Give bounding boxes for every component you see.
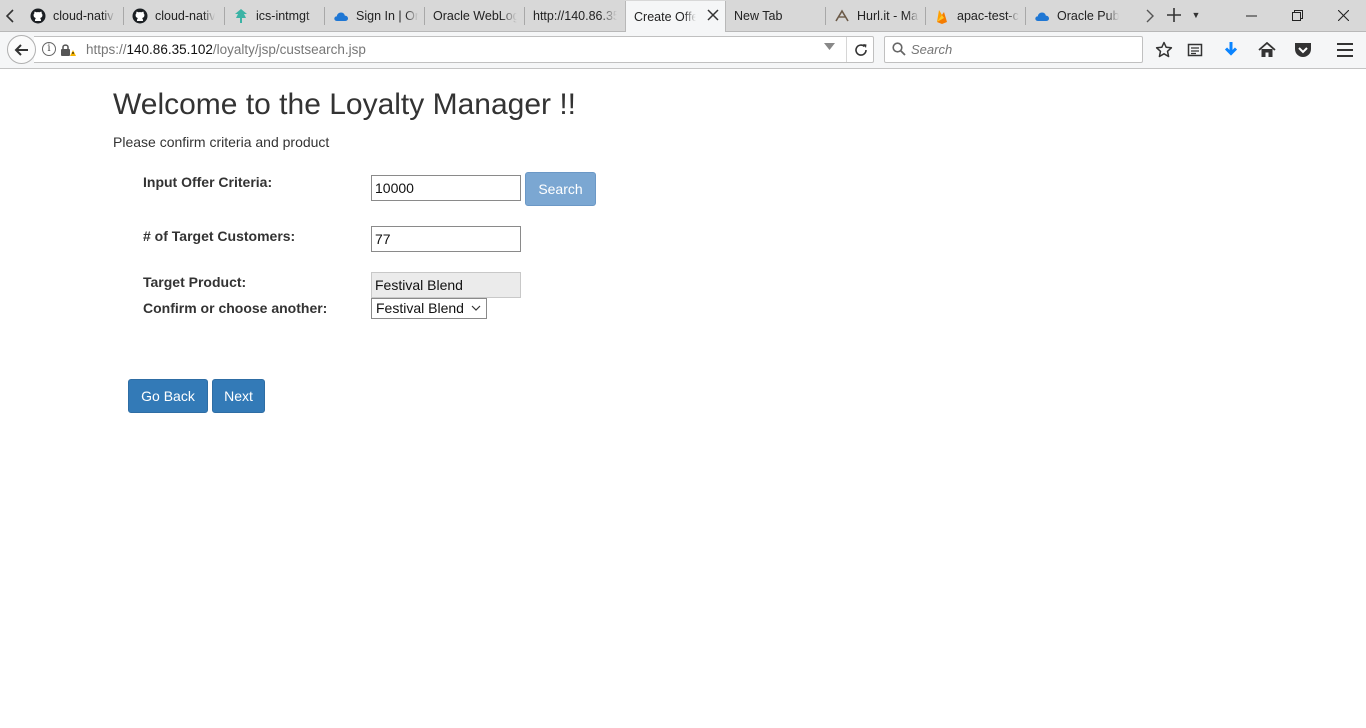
tab-sign-in[interactable]: Sign In | Or [325,0,425,31]
page-content: Welcome to the Loyalty Manager !! Please… [0,70,1366,728]
search-input[interactable] [911,40,1131,59]
page-title: Welcome to the Loyalty Manager !! [113,88,577,121]
go-back-button[interactable]: Go Back [128,379,208,413]
offer-criteria-label: Input Offer Criteria: [143,174,273,190]
back-button[interactable] [7,35,36,64]
target-customers-input[interactable] [371,226,521,252]
search-bar[interactable] [884,36,1143,63]
bookmark-star-icon[interactable] [1153,39,1175,61]
close-window-icon[interactable] [1320,0,1366,31]
navigation-toolbar: i https://140.86.35.102/loyalty/jsp/cust… [0,32,1366,69]
product-select[interactable]: Festival Blend [371,298,487,319]
tab-label: cloud-nativ [155,8,215,23]
tab-hurl-it[interactable]: Hurl.it - Ma [826,0,926,31]
tab-strip: cloud-nativ cloud-nativ ics-intmgt Sign … [0,0,1366,33]
next-button[interactable]: Next [212,379,265,413]
new-tab-icon[interactable] [1162,3,1186,27]
search-button[interactable]: Search [525,172,596,206]
menu-hamburger-icon[interactable] [1334,39,1356,61]
tab-scroll-left-icon[interactable] [0,0,20,31]
tab-list-dropdown-icon[interactable]: ▼ [1188,6,1204,24]
close-tab-icon[interactable] [707,8,719,26]
target-customers-label: # of Target Customers: [143,228,296,244]
tree-icon [233,8,249,24]
target-product-field [371,272,521,298]
tab-new-tab[interactable]: New Tab [726,0,826,31]
tab-apac-test[interactable]: apac-test-c [926,0,1026,31]
home-icon[interactable] [1256,39,1278,61]
pocket-icon[interactable] [1292,39,1314,61]
page-subtitle: Please confirm criteria and product [113,134,330,150]
tab-label: Create Offe [634,10,696,24]
github-icon [132,8,148,24]
restore-icon[interactable] [1274,0,1320,31]
tab-cloud-native-1[interactable]: cloud-nativ [22,0,124,31]
offer-criteria-input[interactable] [371,175,521,201]
tab-label: Hurl.it - Ma [857,8,919,23]
back-arrow-icon [14,43,28,56]
tab-create-offer[interactable]: Create Offe [625,1,726,33]
url-history-dropdown-icon[interactable] [824,43,836,55]
info-icon[interactable]: i [42,42,56,56]
insecure-lock-icon[interactable] [60,43,76,57]
search-icon [892,42,906,56]
download-icon[interactable] [1220,39,1242,61]
tab-cloud-native-2[interactable]: cloud-nativ [124,0,225,31]
target-product-label: Target Product: [143,274,247,290]
tab-label: cloud-nativ [53,8,114,23]
tab-label: Oracle WebLog [433,8,517,23]
tab-scroll-right-icon[interactable] [1140,0,1160,31]
tab-label: New Tab [734,8,783,23]
confirm-product-label: Confirm or choose another: [143,300,328,316]
url-bar[interactable]: i https://140.86.35.102/loyalty/jsp/cust… [34,36,874,63]
hurl-icon [834,8,850,24]
product-select-value: Festival Blend [376,300,464,316]
tab-label: http://140.86.35 [533,8,617,23]
tab-label: Oracle Pub [1057,8,1119,23]
tab-http-ip[interactable]: http://140.86.35 [525,0,625,31]
tab-label: apac-test-c [957,8,1019,23]
tab-oracle-weblogic[interactable]: Oracle WebLog [425,0,525,31]
tab-oracle-public[interactable]: Oracle Pub [1026,0,1126,31]
tab-label: Sign In | Or [356,8,418,23]
chevron-down-icon [471,299,481,325]
tab-ics-intmgt[interactable]: ics-intmgt [225,0,325,31]
reading-list-icon[interactable] [1184,39,1206,61]
minimize-icon[interactable] [1228,0,1274,31]
cloud-icon [333,8,349,24]
firebase-icon [934,8,950,24]
reload-icon[interactable] [846,37,874,62]
cloud-icon [1034,8,1050,24]
tab-label: ics-intmgt [256,8,310,23]
github-icon [30,8,46,24]
url-text[interactable]: https://140.86.35.102/loyalty/jsp/custse… [86,42,366,57]
